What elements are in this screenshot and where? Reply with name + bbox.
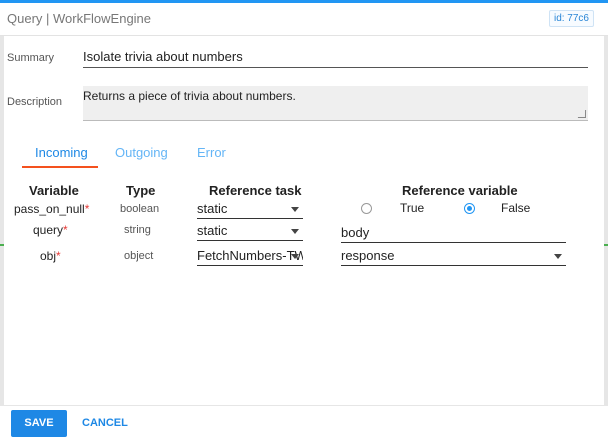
select-value: static: [197, 223, 228, 238]
backdrop-marker-right: [604, 244, 608, 246]
description-textarea[interactable]: Returns a piece of trivia about numbers.: [83, 86, 588, 121]
chevron-down-icon: [291, 207, 299, 212]
chevron-down-icon: [291, 229, 299, 234]
summary-label: Summary: [7, 52, 55, 64]
column-header-type: Type: [126, 183, 156, 198]
input-value: body: [341, 225, 370, 240]
resize-handle-icon[interactable]: [577, 110, 587, 118]
select-value: response: [341, 248, 395, 263]
tab-incoming[interactable]: Incoming: [35, 145, 88, 160]
reference-task-select-obj[interactable]: FetchNumbers-TW: [197, 246, 303, 266]
description-label: Description: [7, 96, 63, 108]
summary-input[interactable]: Isolate trivia about numbers: [83, 46, 588, 68]
row-type-boolean: boolean: [120, 203, 160, 215]
column-header-reference-variable: Reference variable: [402, 183, 518, 198]
cancel-button[interactable]: CANCEL: [82, 410, 128, 437]
radio-false[interactable]: [464, 203, 475, 214]
radio-false-label: False: [501, 201, 531, 215]
select-value: FetchNumbers-TW: [197, 248, 303, 263]
description-text: Returns a piece of trivia about numbers.: [83, 89, 296, 103]
dialog-footer: SAVE CANCEL: [0, 405, 608, 440]
id-badge: id: 77c6: [548, 10, 594, 27]
tab-error[interactable]: Error: [197, 145, 226, 160]
select-value: static: [197, 201, 228, 216]
save-button[interactable]: SAVE: [11, 410, 67, 437]
row-type-object: object: [124, 250, 154, 262]
backdrop-marker-left: [0, 244, 4, 246]
row-variable-pass-on-null: pass_on_null*: [14, 202, 90, 216]
radio-true[interactable]: [361, 203, 372, 214]
row-variable-query: query*: [33, 223, 68, 237]
dialog-header: Query | WorkFlowEngine id: 77c6: [0, 3, 608, 36]
reference-variable-select-obj[interactable]: response: [341, 246, 566, 266]
row-type-string: string: [124, 224, 151, 236]
reference-variable-input-query[interactable]: body: [341, 223, 566, 243]
reference-task-select-pass-on-null[interactable]: static: [197, 199, 303, 219]
left-backdrop-edge: [0, 36, 4, 406]
right-backdrop-edge: [604, 36, 608, 406]
column-header-variable: Variable: [29, 183, 79, 198]
dialog-title: Query | WorkFlowEngine: [7, 11, 152, 26]
chevron-down-icon: [291, 254, 299, 259]
dialog: Query | WorkFlowEngine id: 77c6 Summary …: [0, 0, 608, 440]
radio-true-label: True: [400, 201, 425, 215]
tab-outgoing[interactable]: Outgoing: [115, 145, 168, 160]
column-header-reference-task: Reference task: [209, 183, 302, 198]
chevron-down-icon: [554, 254, 562, 259]
reference-task-select-query[interactable]: static: [197, 221, 303, 241]
active-tab-indicator: [22, 166, 98, 168]
row-variable-obj: obj*: [40, 249, 61, 263]
